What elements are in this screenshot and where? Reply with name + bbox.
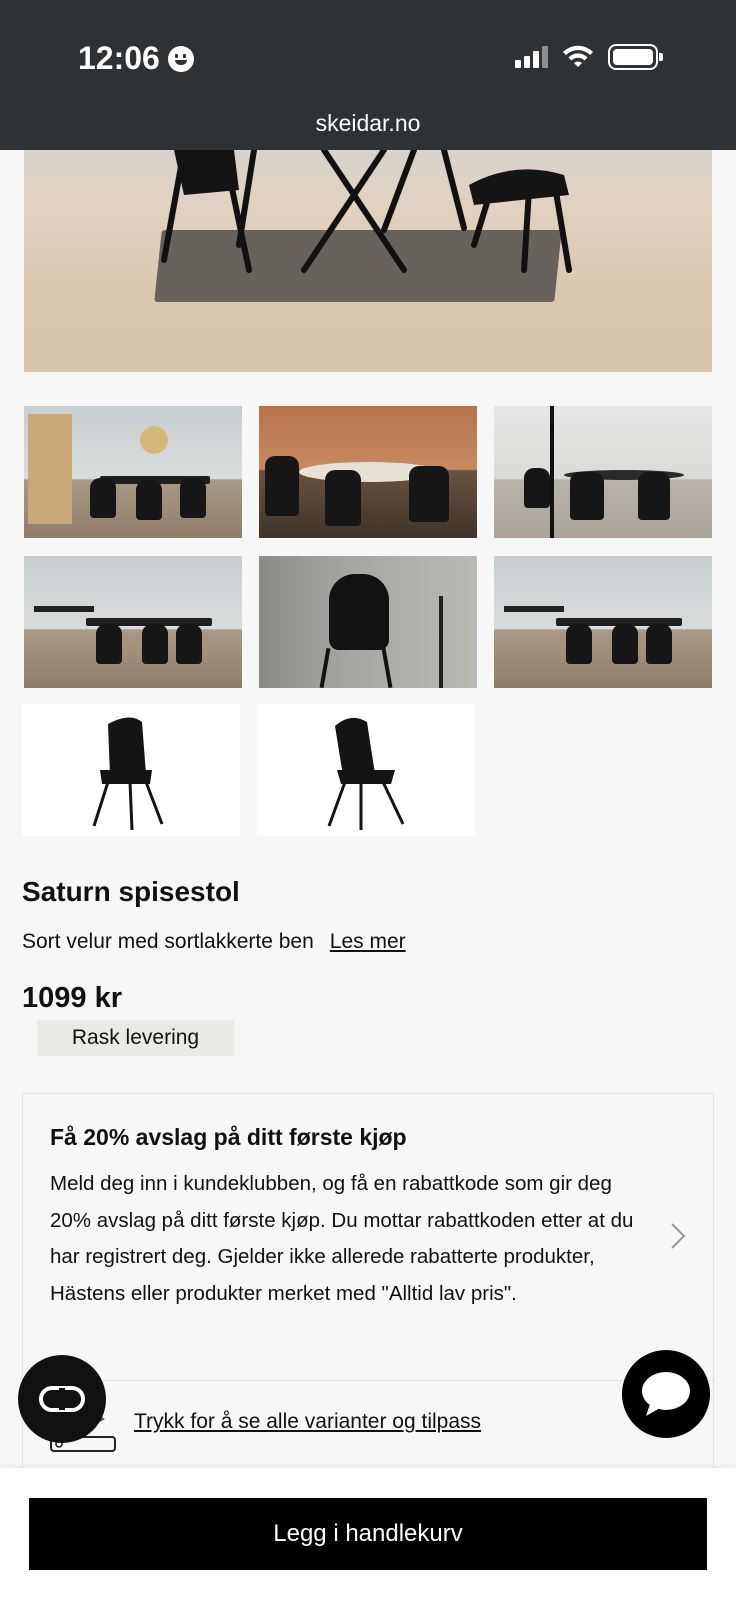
- product-description-row: Sort velur med sortlakkerte ben Les mer: [22, 930, 406, 954]
- status-time: 12:06: [78, 40, 194, 77]
- product-description: Sort velur med sortlakkerte ben: [22, 930, 314, 953]
- promo-title: Få 20% avslag på ditt første kjøp: [50, 1124, 407, 1150]
- wifi-icon: [563, 45, 593, 67]
- gallery-thumbnail[interactable]: [22, 704, 240, 836]
- url-bar[interactable]: skeidar.no: [0, 110, 736, 137]
- chat-button[interactable]: [622, 1350, 710, 1438]
- smiley-icon: [167, 45, 194, 72]
- read-more-link[interactable]: Les mer: [330, 930, 406, 954]
- cellular-signal-icon: [515, 46, 548, 68]
- gallery-thumbnail[interactable]: [24, 556, 242, 688]
- battery-icon: [608, 44, 663, 70]
- co-button[interactable]: [18, 1355, 106, 1443]
- browser-top-bar: 12:06 skeidar.no: [0, 0, 736, 150]
- gallery-thumbnail[interactable]: [24, 406, 242, 538]
- gallery-thumbnail[interactable]: [494, 556, 712, 688]
- club-discount-promo[interactable]: Få 20% avslag på ditt første kjøp Meld d…: [22, 1093, 715, 1473]
- add-to-cart-button[interactable]: Legg i handlekurv: [29, 1498, 707, 1570]
- product-hero-image[interactable]: [24, 150, 712, 372]
- gallery-thumbnail[interactable]: [494, 406, 712, 538]
- gallery-thumbnail[interactable]: [257, 704, 475, 836]
- product-title: Saturn spisestol: [22, 876, 240, 907]
- gallery-thumbnail[interactable]: [259, 556, 477, 688]
- promo-text: Meld deg inn i kundeklubben, og få en ra…: [50, 1172, 634, 1305]
- bottom-action-bar: Legg i handlekurv: [0, 1468, 736, 1600]
- status-icons: [515, 44, 663, 70]
- see-variants-link[interactable]: Trykk for å se alle varianter og tilpass: [134, 1410, 481, 1434]
- gallery-thumbnail[interactable]: [259, 406, 477, 538]
- chevron-right-icon[interactable]: [669, 1222, 687, 1250]
- co-logo-icon: [39, 1386, 85, 1412]
- product-price: 1099 kr: [22, 982, 122, 1014]
- status-time-text: 12:06: [78, 40, 160, 76]
- chat-bubble-icon: [642, 1372, 690, 1416]
- fast-delivery-badge: Rask levering: [37, 1020, 234, 1056]
